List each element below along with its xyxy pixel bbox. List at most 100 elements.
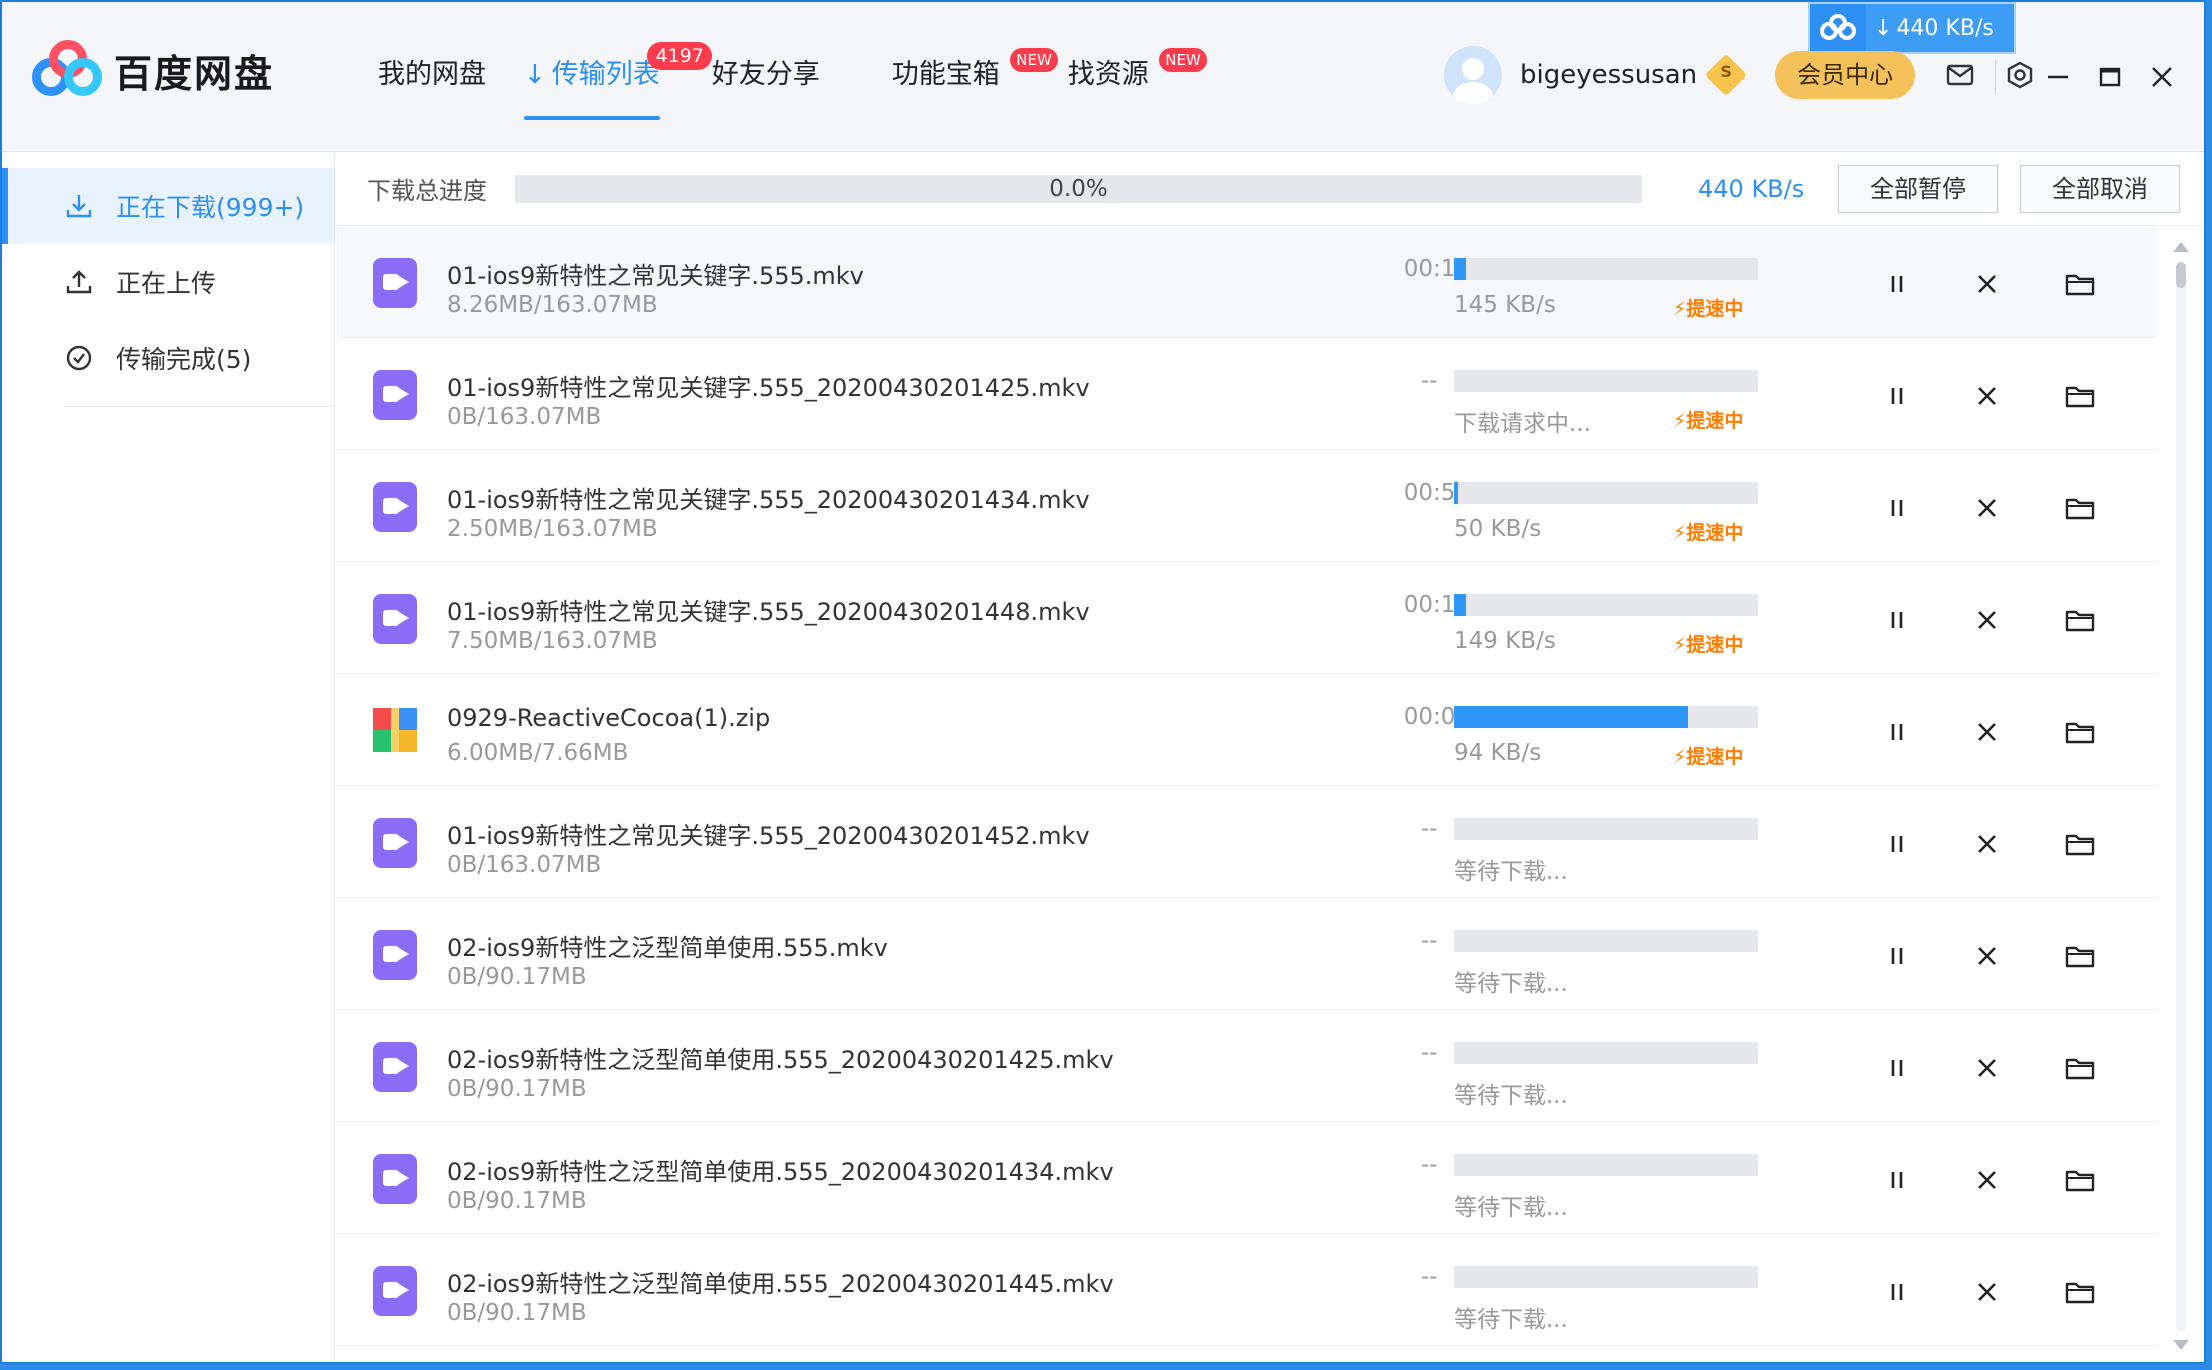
cancel-icon[interactable] — [1967, 600, 2007, 640]
nav-find-resources[interactable]: 找资源 NEW — [1067, 48, 1207, 120]
app-logo[interactable]: 百度网盘 — [32, 40, 274, 100]
nav-my-netdisk[interactable]: 我的网盘 — [378, 50, 486, 120]
pause-icon[interactable] — [1877, 1048, 1917, 1088]
cancel-icon[interactable] — [1967, 376, 2007, 416]
file-progress-bar — [1454, 1266, 1758, 1288]
sidebar-item-completed[interactable]: 传输完成(5) — [2, 320, 334, 396]
boost-status: ⚡提速中 — [1673, 410, 1744, 432]
avatar[interactable] — [1444, 46, 1502, 104]
folder-icon[interactable] — [2060, 1048, 2100, 1088]
file-size: 0B/90.17MB — [447, 964, 587, 990]
cancel-icon[interactable] — [1967, 264, 2007, 304]
folder-icon[interactable] — [2060, 936, 2100, 976]
download-row[interactable]: 02-ios9新特性之泛型简单使用.555_20200430201434.mkv… — [337, 1122, 2157, 1234]
pause-icon[interactable] — [1877, 712, 1917, 752]
boost-label: 提速中 — [1686, 410, 1744, 432]
file-name: 01-ios9新特性之常见关键字.555_20200430201448.mkv — [447, 598, 1090, 626]
folder-icon[interactable] — [2060, 1272, 2100, 1312]
download-row[interactable]: 02-ios9新特性之泛型简单使用.555_20200430201425.mkv… — [337, 1010, 2157, 1122]
overall-speed: 440 KB/s — [1698, 174, 1805, 203]
download-row[interactable]: 01-ios9新特性之常见关键字.555_20200430201434.mkv 2… — [337, 450, 2157, 562]
cancel-icon[interactable] — [1967, 1272, 2007, 1312]
nav-toolbox[interactable]: 功能宝箱 NEW — [892, 48, 1058, 120]
window-controls — [1995, 60, 2178, 94]
download-row[interactable]: 02-ios9新特性之泛型简单使用.555.mkv 0B/90.17MB -- 等待下… — [337, 898, 2157, 1010]
file-name: 02-ios9新特性之泛型简单使用.555.mkv — [447, 934, 888, 962]
app-name: 百度网盘 — [114, 51, 275, 96]
pause-all-button[interactable]: 全部暂停 — [1838, 164, 1998, 213]
nav-transfer-list[interactable]: ↓ 传输列表 4197 — [524, 42, 712, 120]
file-size: 6.00MB/7.66MB — [447, 740, 629, 766]
download-row[interactable]: 02-ios9新特性之泛型简单使用.555_20200430201445.mkv… — [337, 1234, 2157, 1346]
download-row[interactable]: 01-ios9新特性之常见关键字.555_20200430201425.mkv 0… — [337, 338, 2157, 450]
pause-icon[interactable] — [1877, 824, 1917, 864]
new-badge: NEW — [1010, 48, 1058, 72]
folder-icon[interactable] — [2060, 824, 2100, 864]
cancel-icon[interactable] — [1967, 936, 2007, 976]
pause-icon[interactable] — [1877, 1272, 1917, 1312]
vip-badge-icon[interactable]: S — [1704, 53, 1748, 97]
cancel-icon[interactable] — [1967, 712, 2007, 752]
video-file-icon — [373, 1042, 417, 1092]
scroll-down-icon[interactable] — [2173, 1340, 2189, 1350]
cancel-icon[interactable] — [1967, 1048, 2007, 1088]
member-center-button[interactable]: 会员中心 — [1775, 51, 1916, 99]
baidu-netdisk-logo-icon — [32, 40, 102, 100]
list-scrollbar[interactable] — [2166, 234, 2196, 1354]
sidebar: 正在下载(999+) 正在上传 传输完成(5) — [2, 152, 335, 1362]
app-window: 百度网盘 我的网盘 ↓ 传输列表 4197 好友分享 功能宝箱 NEW 找资源 N… — [0, 0, 2206, 1364]
download-row[interactable]: 01-ios9新特性之常见关键字.555.mkv8.26MB/163.07MB0… — [337, 226, 2157, 338]
new-badge: NEW — [1159, 48, 1207, 72]
pause-icon[interactable] — [1877, 1160, 1917, 1200]
sidebar-divider — [64, 406, 334, 407]
pause-icon[interactable] — [1877, 488, 1917, 528]
folder-icon[interactable] — [2060, 600, 2100, 640]
folder-icon[interactable] — [2060, 712, 2100, 752]
video-file-icon — [373, 482, 417, 532]
file-progress-bar — [1454, 930, 1758, 952]
nav-friend-share[interactable]: 好友分享 — [712, 50, 820, 120]
download-status: 等待下载... — [1454, 859, 1568, 885]
scroll-track[interactable] — [2176, 262, 2186, 1332]
transfer-arrow-icon: ↓ — [524, 60, 546, 90]
user-area: bigeyessusan S 会员中心 — [1444, 46, 2035, 104]
download-status: 50 KB/s — [1454, 516, 1542, 542]
nav-label: 我的网盘 — [378, 59, 486, 90]
username[interactable]: bigeyessusan — [1520, 60, 1697, 90]
scroll-thumb[interactable] — [2176, 262, 2186, 288]
pause-icon[interactable] — [1877, 264, 1917, 304]
sidebar-item-uploading[interactable]: 正在上传 — [2, 244, 334, 320]
download-row[interactable]: 01-ios9新特性之常见关键字.555_20200430201452.mkv 0… — [337, 786, 2157, 898]
cloud-icon — [1810, 4, 1866, 52]
scroll-up-icon[interactable] — [2173, 242, 2189, 252]
minimize-icon[interactable] — [2042, 61, 2074, 93]
mail-icon[interactable] — [1945, 60, 1975, 90]
cancel-all-button[interactable]: 全部取消 — [2020, 164, 2180, 213]
cancel-icon[interactable] — [1967, 824, 2007, 864]
file-progress-fill — [1454, 594, 1467, 616]
zip-file-icon — [373, 708, 417, 752]
pause-icon[interactable] — [1877, 376, 1917, 416]
file-progress-fill — [1454, 706, 1689, 728]
download-status: 等待下载... — [1454, 1083, 1568, 1109]
folder-icon[interactable] — [2060, 264, 2100, 304]
pause-icon[interactable] — [1877, 936, 1917, 976]
sidebar-item-downloading[interactable]: 正在下载(999+) — [2, 168, 334, 244]
folder-icon[interactable] — [2060, 1160, 2100, 1200]
file-name: 02-ios9新特性之泛型简单使用.555_20200430201434.mkv — [447, 1158, 1114, 1186]
folder-icon[interactable] — [2060, 488, 2100, 528]
boost-status: ⚡提速中 — [1673, 522, 1744, 544]
file-progress-bar — [1454, 1154, 1758, 1176]
nav-label: 找资源 — [1067, 59, 1149, 90]
cancel-icon[interactable] — [1967, 1160, 2007, 1200]
file-name: 01-ios9新特性之常见关键字.555_20200430201434.mkv — [447, 486, 1090, 514]
pause-icon[interactable] — [1877, 600, 1917, 640]
folder-icon[interactable] — [2060, 376, 2100, 416]
download-row[interactable]: 01-ios9新特性之常见关键字.555_20200430201448.mkv 7… — [337, 562, 2157, 674]
sidebar-item-label: 正在下载(999+) — [116, 193, 305, 222]
maximize-icon[interactable] — [2094, 61, 2126, 93]
close-icon[interactable] — [2146, 61, 2178, 93]
download-row[interactable]: 0929-ReactiveCocoa(1).zip6.00MB/7.66MB00… — [337, 674, 2157, 786]
file-progress-bar — [1454, 258, 1758, 280]
cancel-icon[interactable] — [1967, 488, 2007, 528]
